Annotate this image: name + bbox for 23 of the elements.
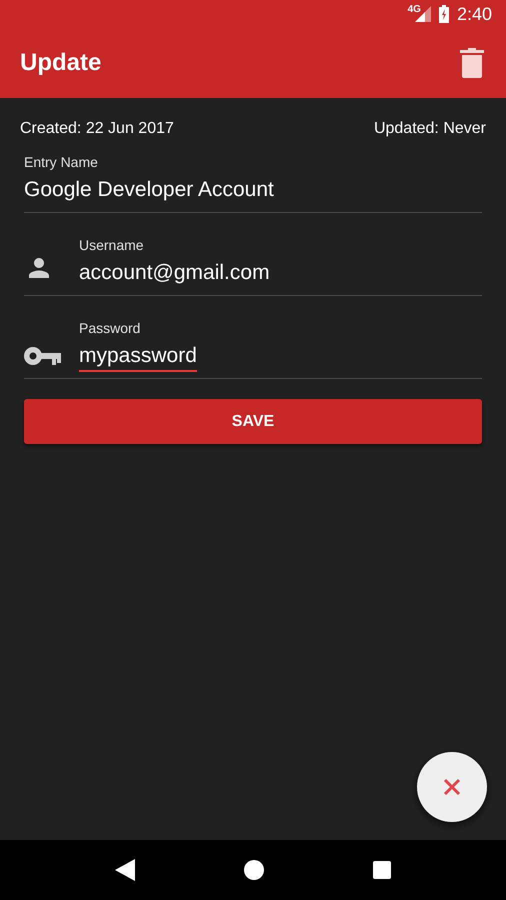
network-type: 4G (408, 4, 421, 14)
created-date: Created: 22 Jun 2017 (20, 120, 174, 138)
key-icon (24, 346, 62, 366)
input-field[interactable]: mypassword (79, 344, 197, 372)
back-button[interactable] (114, 859, 135, 881)
home-icon (244, 860, 264, 880)
trash-icon (460, 48, 484, 78)
clock: 2:40 (456, 4, 492, 24)
field-label: Username (79, 237, 145, 253)
field-label: Entry Name (24, 154, 99, 170)
screen-title: Update (20, 49, 102, 77)
input-field[interactable]: Google Developer Account (24, 178, 274, 206)
recents-icon (373, 861, 392, 879)
back-icon (114, 859, 135, 881)
recents-button[interactable] (373, 861, 392, 879)
battery-icon (438, 5, 449, 23)
updated-date: Updated: Never (374, 120, 486, 138)
save-button[interactable]: SAVE (24, 399, 482, 444)
close-icon (443, 778, 461, 796)
input-field[interactable]: account@gmail.com (79, 261, 270, 289)
field-label: Password (79, 320, 142, 336)
home-button[interactable] (244, 860, 264, 880)
delete-button[interactable] (460, 48, 484, 78)
